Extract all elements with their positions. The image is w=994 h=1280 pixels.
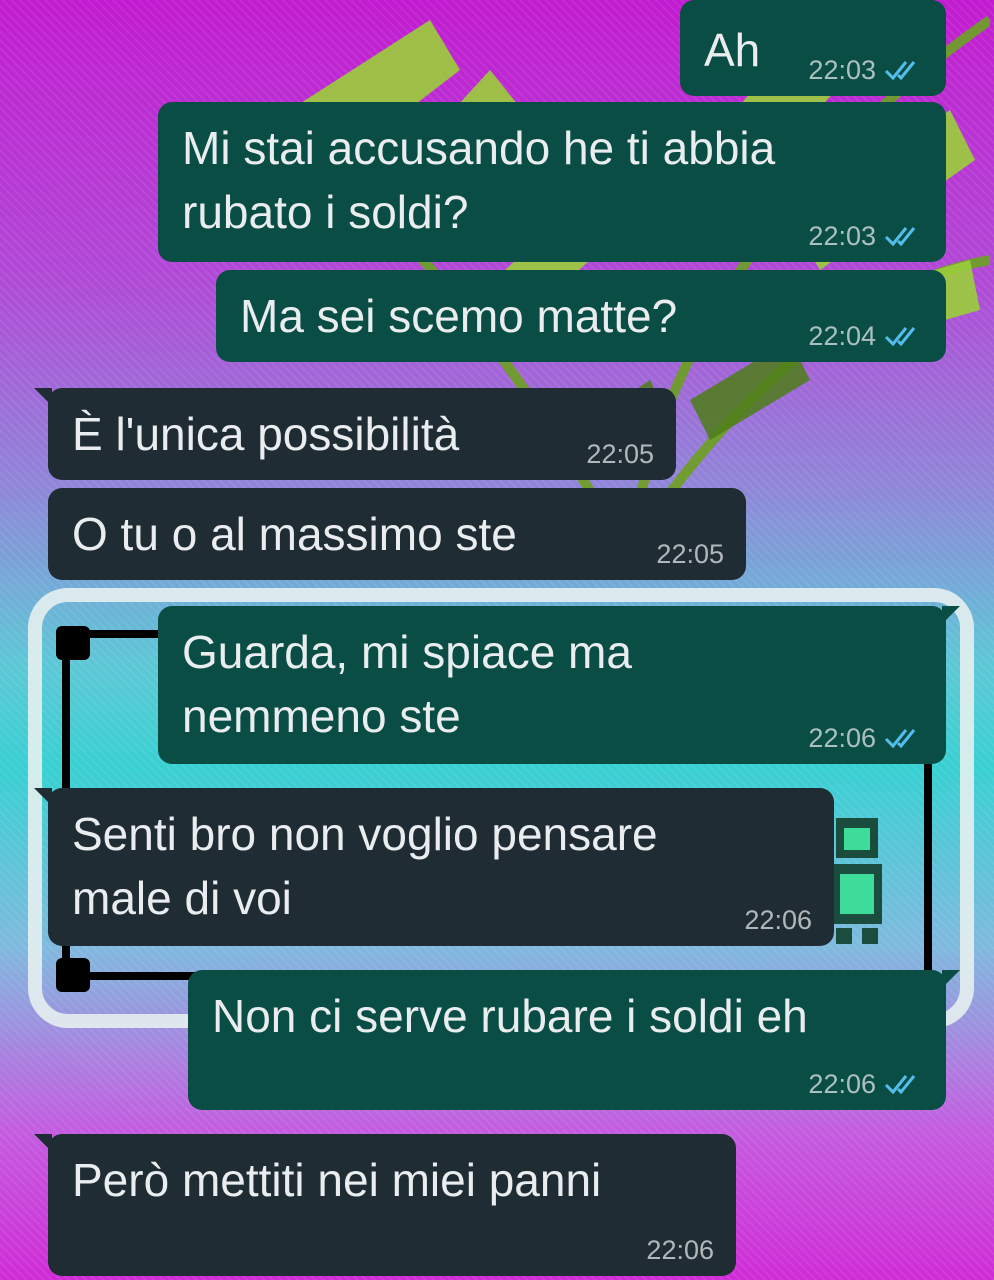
double-check-icon xyxy=(884,1075,916,1095)
bubble-tail xyxy=(34,1134,52,1152)
message-text: O tu o al massimo ste xyxy=(72,508,517,560)
message-bubble-incoming[interactable]: Però mettiti nei miei panni 22:06 xyxy=(34,1134,736,1276)
message-meta: 22:03 xyxy=(808,220,924,252)
message-time: 22:03 xyxy=(808,55,876,85)
message-text: È l'unica possibilità xyxy=(72,408,460,460)
bubble-tail xyxy=(942,606,960,624)
message-meta: 22:06 xyxy=(744,904,812,936)
message-meta: 22:03 xyxy=(808,54,924,86)
message-meta: 22:06 xyxy=(808,722,924,754)
double-check-icon xyxy=(884,61,916,81)
message-time: 22:06 xyxy=(646,1235,714,1265)
message-bubble-outgoing[interactable]: Ma sei scemo matte? 22:04 xyxy=(216,270,946,362)
bubble-tail xyxy=(34,788,52,806)
message-bubble-incoming[interactable]: O tu o al massimo ste 22:05 xyxy=(48,488,746,580)
message-time: 22:06 xyxy=(808,1069,876,1099)
message-bubble-incoming[interactable]: Senti bro non voglio pensare male di voi… xyxy=(34,788,834,946)
message-meta: 22:04 xyxy=(808,320,924,352)
double-check-icon xyxy=(884,327,916,347)
message-meta: 22:05 xyxy=(656,538,724,570)
message-text: Però mettiti nei miei panni xyxy=(72,1154,602,1206)
message-time: 22:05 xyxy=(656,539,724,569)
message-text: Senti bro non voglio pensare male di voi xyxy=(72,808,658,924)
bubble-tail xyxy=(942,970,960,988)
message-bubble-outgoing[interactable]: Non ci serve rubare i soldi eh 22:06 xyxy=(188,970,960,1110)
double-check-icon xyxy=(884,227,916,247)
chat-messages: Ah 22:03 Mi stai accusando he ti abbia r… xyxy=(0,0,994,1280)
message-bubble-outgoing[interactable]: Guarda, mi spiace ma nemmeno ste 22:06 xyxy=(158,606,960,764)
bubble-tail xyxy=(34,388,52,406)
message-meta: 22:05 xyxy=(586,438,654,470)
message-meta: 22:06 xyxy=(646,1234,714,1266)
message-meta: 22:06 xyxy=(808,1068,924,1100)
message-time: 22:03 xyxy=(808,221,876,251)
message-bubble-outgoing[interactable]: Ah 22:03 xyxy=(680,0,946,96)
message-time: 22:04 xyxy=(808,321,876,351)
message-time: 22:06 xyxy=(744,905,812,935)
message-time: 22:05 xyxy=(586,439,654,469)
message-bubble-outgoing[interactable]: Mi stai accusando he ti abbia rubato i s… xyxy=(158,102,946,262)
message-text: Non ci serve rubare i soldi eh xyxy=(212,990,808,1042)
message-bubble-incoming[interactable]: È l'unica possibilità 22:05 xyxy=(34,388,676,480)
double-check-icon xyxy=(884,729,916,749)
message-time: 22:06 xyxy=(808,723,876,753)
